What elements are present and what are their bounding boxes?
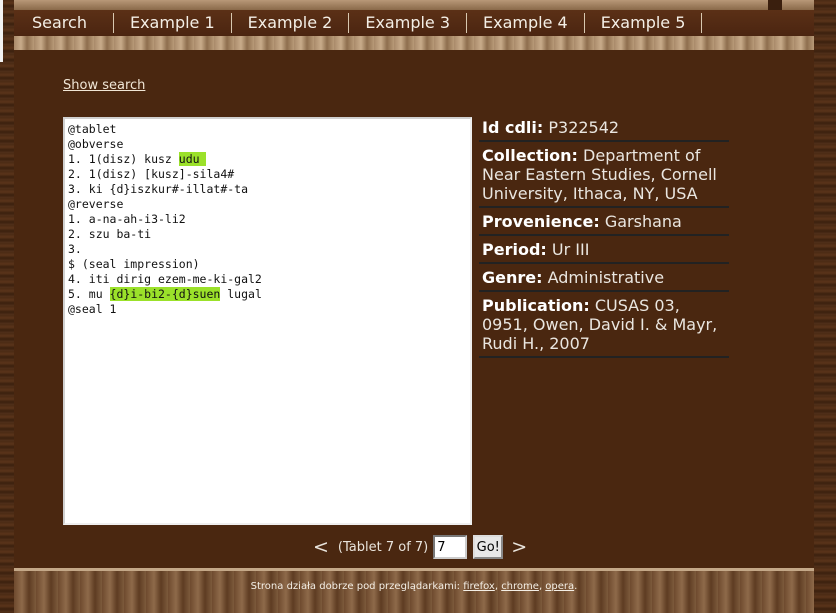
main-nav: Search Example 1 Example 2 Example 3 Exa… <box>14 10 814 36</box>
metadata-label: Provenience: <box>482 212 600 231</box>
line-text: 3. ki {d}iszkur#-illat#-ta <box>68 182 249 196</box>
metadata-value: Ur III <box>546 240 590 259</box>
footer-text: Strona działa dobrze pod przeglądarkami:… <box>14 581 814 592</box>
metadata-row: Period: Ur III <box>479 236 729 264</box>
line-text: 1. a-na-ah-i3-li2 <box>68 212 186 226</box>
nav-example-4[interactable]: Example 4 <box>467 13 585 33</box>
metadata-value: P322542 <box>543 118 620 137</box>
line-text: lugal <box>220 287 262 301</box>
search-highlight: {d}i-bi2-{d}suen <box>109 287 221 301</box>
metadata-value: Administrative <box>542 268 665 287</box>
transliteration-line: 1. a-na-ah-i3-li2 <box>68 212 470 227</box>
transliteration-textarea[interactable]: @tablet @obverse 1. 1(disz) kusz udu 2. 1(… <box>63 117 472 525</box>
nav-example-5[interactable]: Example 5 <box>585 13 703 33</box>
transliteration-line: 1. 1(disz) kusz udu <box>68 152 470 167</box>
search-highlight: udu <box>178 152 207 166</box>
tablet-count: (Tablet 7 of 7) <box>337 539 429 555</box>
prev-arrow[interactable]: < <box>313 536 329 558</box>
transliteration-line: 2. szu ba-ti <box>68 227 470 242</box>
line-text: $ (seal impression) <box>68 257 200 271</box>
transliteration-line: @obverse <box>68 137 470 152</box>
line-text: @tablet <box>68 122 117 136</box>
line-text: @seal 1 <box>68 302 117 316</box>
transliteration-line: 2. 1(disz) [kusz]-sila4# <box>68 167 470 182</box>
left-border <box>0 0 14 613</box>
transliteration-line: 4. iti dirig ezem-me-ki-gal2 <box>68 272 470 287</box>
transliteration-line: $ (seal impression) <box>68 257 470 272</box>
line-text: 3. <box>68 242 82 256</box>
chrome-link[interactable]: chrome <box>501 581 539 592</box>
line-text: @reverse <box>68 197 124 211</box>
next-arrow[interactable]: > <box>511 536 527 558</box>
top-strip-gap <box>768 0 782 10</box>
firefox-link[interactable]: firefox <box>463 581 495 592</box>
transliteration-line: @reverse <box>68 197 470 212</box>
line-text: 2. szu ba-ti <box>68 227 152 241</box>
line-text: 4. iti dirig ezem-me-ki-gal2 <box>68 272 262 286</box>
show-search-link[interactable]: Show search <box>63 78 145 93</box>
line-text: 1. 1(disz) kusz <box>68 152 179 166</box>
go-button[interactable]: Go! <box>473 535 504 559</box>
metadata-label: Collection: <box>482 146 578 165</box>
pager: < (Tablet 7 of 7) Go! > <box>313 533 527 561</box>
right-border <box>814 0 836 613</box>
metadata-row: Publication: CUSAS 03, 0951, Owen, David… <box>479 292 729 358</box>
nav-search[interactable]: Search <box>14 13 114 33</box>
metadata-row: Id cdli: P322542 <box>479 114 729 142</box>
nav-example-3[interactable]: Example 3 <box>349 13 468 33</box>
opera-link[interactable]: opera <box>545 581 574 592</box>
metadata-label: Genre: <box>482 268 543 287</box>
left-notch <box>0 0 3 62</box>
metadata-label: Publication: <box>482 296 590 315</box>
transliteration-line: 3. ki {d}iszkur#-illat#-ta <box>68 182 470 197</box>
line-text: 5. mu <box>68 287 110 301</box>
metadata-row: Collection: Department of Near Eastern S… <box>479 142 729 208</box>
metadata-row: Genre: Administrative <box>479 264 729 292</box>
nav-example-2[interactable]: Example 2 <box>232 13 350 33</box>
tablet-number-input[interactable] <box>433 535 468 559</box>
nav-example-1[interactable]: Example 1 <box>114 13 232 33</box>
metadata-label: Period: <box>482 240 547 259</box>
footer: Strona działa dobrze pod przeglądarkami:… <box>14 568 814 613</box>
transliteration-line: @tablet <box>68 122 470 137</box>
top-strip <box>14 0 814 10</box>
metadata-label: Id cdli: <box>482 118 544 137</box>
footer-prefix: Strona działa dobrze pod przeglądarkami: <box>250 581 464 592</box>
nav-decorative-band <box>14 36 814 50</box>
metadata-panel: Id cdli: P322542 Collection: Department o… <box>479 114 729 358</box>
footer-suffix: . <box>574 581 578 592</box>
line-text: 2. 1(disz) [kusz]-sila4# <box>68 167 235 181</box>
transliteration-line: 5. mu {d}i-bi2-{d}suen lugal <box>68 287 470 302</box>
line-text: @obverse <box>68 137 124 151</box>
transliteration-line: @seal 1 <box>68 302 470 317</box>
metadata-row: Provenience: Garshana <box>479 208 729 236</box>
transliteration-line: 3. <box>68 242 470 257</box>
metadata-value: Garshana <box>599 212 682 231</box>
